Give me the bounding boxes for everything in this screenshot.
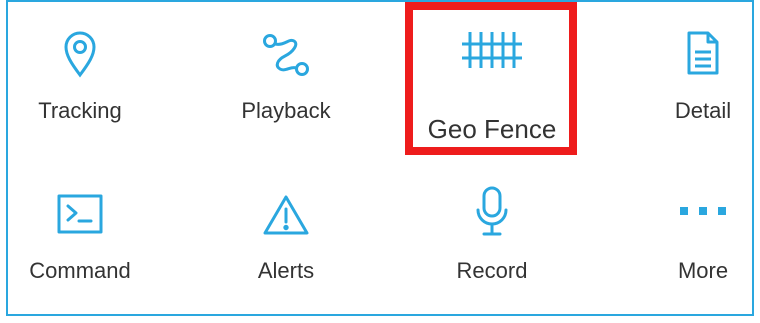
menu-item-label: Detail — [674, 98, 732, 123]
terminal-icon — [57, 194, 103, 234]
menu-item-record[interactable]: Record — [402, 180, 582, 310]
menu-item-label: Playback — [241, 98, 331, 123]
menu-item-detail[interactable]: Detail — [613, 20, 760, 150]
microphone-icon — [474, 186, 510, 238]
warning-icon — [262, 194, 310, 236]
menu-item-label: Command — [29, 258, 131, 283]
menu-item-label: Alerts — [257, 258, 315, 283]
route-icon — [261, 32, 311, 78]
menu-item-label: More — [677, 258, 729, 283]
menu-item-more[interactable]: More — [613, 180, 760, 310]
menu-item-label: Record — [456, 258, 528, 283]
document-icon — [686, 30, 720, 76]
menu-item-playback[interactable]: Playback — [196, 20, 376, 150]
fence-icon — [460, 30, 524, 70]
menu-item-alerts[interactable]: Alerts — [196, 180, 376, 310]
menu-item-tracking[interactable]: Tracking — [0, 20, 170, 150]
menu-item-command[interactable]: Command — [0, 180, 170, 310]
menu-item-label: Geo Fence — [427, 114, 557, 144]
map-pin-icon — [63, 30, 97, 78]
more-dots-icon — [678, 206, 728, 216]
menu-item-geo-fence[interactable]: Geo Fence — [402, 16, 582, 146]
menu-item-label: Tracking — [38, 98, 122, 123]
